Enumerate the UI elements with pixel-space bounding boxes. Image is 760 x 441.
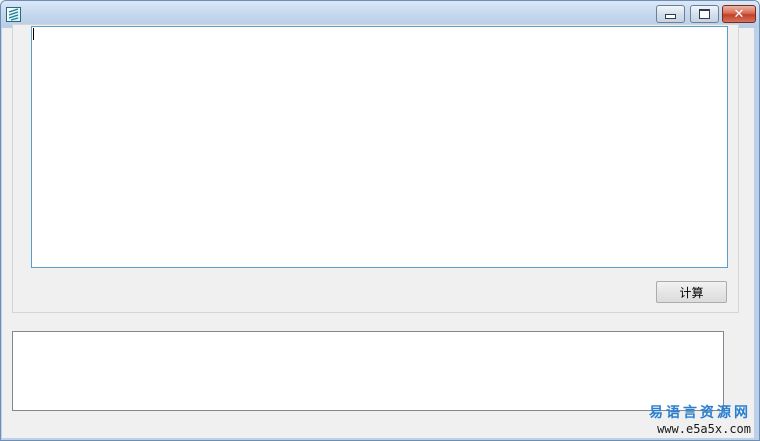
input-panel: 计算 [12,24,739,313]
app-window: ✕ 计算 易语言资源网 www.e5a5x.com [0,0,760,441]
minimize-icon [665,14,676,19]
maximize-button[interactable] [690,5,719,23]
watermark-url: www.e5a5x.com [657,422,751,436]
calculate-button[interactable]: 计算 [656,281,727,303]
minimize-button[interactable] [656,5,685,23]
client-area: 计算 [2,24,754,438]
maximize-icon [699,9,710,19]
text-caret [33,28,34,40]
close-icon: ✕ [733,6,745,22]
input-textarea[interactable] [31,26,728,268]
app-icon[interactable] [6,7,21,22]
close-button[interactable]: ✕ [722,5,756,23]
output-box[interactable] [12,331,724,411]
watermark: 易语言资源网 www.e5a5x.com [649,405,751,437]
watermark-site-name: 易语言资源网 [649,405,751,421]
